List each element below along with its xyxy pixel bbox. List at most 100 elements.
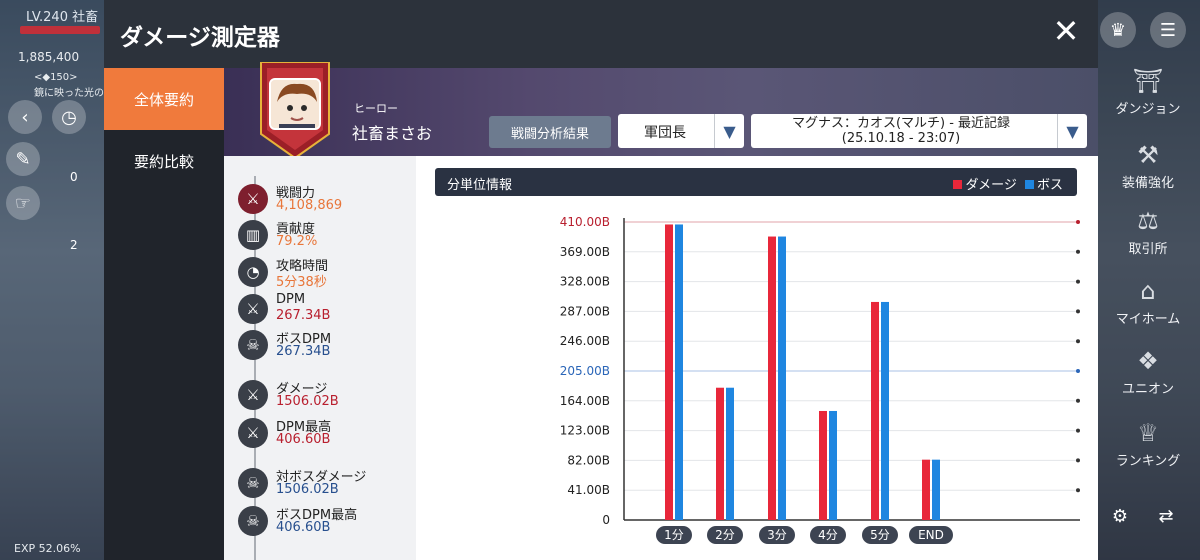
x-tick-label: 3分 [767, 528, 787, 542]
scale-icon: ⚖ [1137, 207, 1159, 235]
chevron-down-icon: ▼ [1057, 114, 1087, 148]
bar-damage [716, 387, 724, 520]
menu-union[interactable]: ❖ ユニオン [1096, 346, 1200, 397]
house-icon: ⌂ [1140, 277, 1156, 305]
side-menu: 全体要約 要約比較 [104, 68, 224, 560]
bar-damage [871, 301, 879, 520]
bar-boss [932, 459, 940, 520]
crossed-swords-icon: ⚔ [238, 184, 268, 214]
modal-header: ダメージ測定器 ✕ [104, 0, 1098, 68]
chevron-down-icon: ▼ [714, 114, 744, 148]
legend-swatch-boss [1024, 180, 1034, 189]
potion-icon[interactable]: ✎ [6, 142, 40, 176]
stat-damage: ⚔ ダメージ 1506.02B [234, 378, 414, 416]
chart-header: 分単位情報 ダメージ ボス [435, 168, 1077, 196]
game-hud-right: ♛ ☰ ⛩ ダンジョン ⚒ 装備強化 ⚖ 取引所 ⌂ マイホーム ❖ ユニオン ♕ ランキン… [1096, 0, 1200, 560]
bar-boss [778, 236, 786, 520]
stat-dpm-max: ⚔ DPM最高 406.60B [234, 416, 414, 454]
modal-title: ダメージ測定器 [120, 25, 280, 51]
location-name: 鏡に映った光の [34, 88, 104, 99]
menu-dungeon[interactable]: ⛩ ダンジョン [1096, 66, 1200, 117]
boss-record-select[interactable]: マグナス：カオス(マルチ) - 最近記録 (25.10.18 - 23:07) ▼ [751, 114, 1087, 148]
close-icon[interactable]: ✕ [1050, 15, 1082, 48]
rank-select[interactable]: 軍団長 ▼ [618, 114, 744, 148]
stats-panel: ⚔ 戦闘力 4,108,869 ▥ 貢献度 79.2% ◔ 攻略時間 5分38秒… [224, 156, 416, 560]
y-tick-label: 369.00B [560, 245, 610, 259]
gridline-end-dot [1076, 488, 1080, 493]
menu-icon[interactable]: ☰ [1150, 12, 1186, 48]
skull-icon: ☠ [238, 330, 268, 360]
sword-up-icon: ⚔ [238, 418, 268, 448]
y-tick-label: 123.00B [560, 424, 610, 438]
slot-count-0: 0 [70, 170, 78, 184]
y-tick-label: 82.00B [567, 453, 610, 467]
x-tick-label: 5分 [870, 528, 890, 542]
hp-bar [20, 26, 100, 34]
gridline-end-dot [1076, 249, 1080, 254]
level-label: LV.240 社畜 [26, 10, 99, 25]
game-hud-left: LV.240 社畜 1,885,400 <◆150> 鏡に映った光の ‹ ◷ ✎… [0, 0, 105, 560]
stat-boss-damage: ☠ 対ボスダメージ 1506.02B [234, 466, 414, 504]
settings-icon[interactable]: ⚙ [1102, 498, 1138, 534]
x-tick-label: 2分 [715, 528, 735, 542]
gridline-end-dot [1076, 428, 1080, 433]
job-label: ヒーロー [354, 102, 398, 115]
x-tick-label: END [918, 528, 944, 542]
menu-exchange[interactable]: ⚖ 取引所 [1096, 206, 1200, 257]
menu-my-home[interactable]: ⌂ マイホーム [1096, 276, 1200, 327]
y-tick-label: 164.00B [560, 394, 610, 408]
chart-legend: ダメージ ボス [953, 174, 1063, 193]
y-tick-label: 287.00B [560, 304, 610, 318]
stat-combat-power: ⚔ 戦闘力 4,108,869 [234, 182, 414, 220]
switch-icon[interactable]: ⇄ [1148, 498, 1184, 534]
sword-icon: ⚔ [238, 294, 268, 324]
y-tick-label: 0 [602, 513, 610, 527]
rank-select-value: 軍団長 [644, 125, 686, 141]
skull-icon: ☠ [238, 468, 268, 498]
legend-damage-label: ダメージ [965, 178, 1017, 193]
profile-bar: ヒーロー 社畜まさお 戦闘分析結果 軍団長 ▼ マグナス：カオス(マルチ) - … [224, 62, 1098, 160]
clock-icon: ◔ [238, 257, 268, 287]
skull-up-icon: ☠ [238, 506, 268, 536]
bar-damage [665, 224, 673, 520]
boss-record-value: マグナス：カオス(マルチ) - 最近記録 (25.10.18 - 23:07) [791, 116, 1011, 146]
gridline-end-dot [1076, 279, 1080, 284]
tab-overall-summary[interactable]: 全体要約 [104, 68, 224, 130]
y-tick-label: 205.00B [560, 364, 610, 378]
bar-boss [881, 301, 889, 520]
stat-dpm: ⚔ DPM 267.34B [234, 292, 414, 330]
gridline-end-dot [1076, 458, 1080, 463]
stat-boss-dpm-max: ☠ ボスDPM最高 406.60B [234, 504, 414, 542]
y-tick-label: 410.00B [560, 215, 610, 229]
chart-title: 分単位情報 [447, 178, 513, 193]
stat-clear-time: ◔ 攻略時間 5分38秒 [234, 255, 414, 293]
hud-power: 1,885,400 [18, 50, 80, 64]
character-name: 社畜まさお [352, 124, 433, 143]
exp-label: EXP 52.06% [14, 542, 81, 555]
gridline-end-dot [1076, 369, 1080, 373]
anvil-icon: ⚒ [1137, 141, 1159, 169]
tab-summary-compare[interactable]: 要約比較 [104, 130, 224, 192]
legend-swatch-damage [953, 180, 963, 189]
timer-icon[interactable]: ◷ [52, 100, 86, 134]
bar-damage [768, 236, 776, 520]
sword-icon: ⚔ [238, 380, 268, 410]
stat-contribution: ▥ 貢献度 79.2% [234, 218, 414, 256]
bar-boss [829, 410, 837, 520]
legend-boss-label: ボス [1036, 178, 1063, 193]
gridline-end-dot [1076, 339, 1080, 344]
menu-equip-enhance[interactable]: ⚒ 装備強化 [1096, 140, 1200, 191]
character-icon[interactable]: ♛ [1100, 12, 1136, 48]
back-arrow-icon[interactable]: ‹ [8, 100, 42, 134]
gridline-end-dot [1076, 398, 1080, 403]
battle-analysis-button[interactable]: 戦闘分析結果 [489, 116, 611, 148]
per-minute-bar-chart: 0 41.00B 82.00B 123.00B 164.00B 205.00B 246.00… [560, 215, 1080, 544]
union-icon: ❖ [1137, 347, 1159, 375]
y-tick-label: 328.00B [560, 275, 610, 289]
gridline-end-dot [1076, 309, 1080, 314]
bar-damage [922, 459, 930, 520]
hand-icon[interactable]: ☞ [6, 186, 40, 220]
menu-ranking[interactable]: ♕ ランキング [1096, 418, 1200, 469]
stat-boss-dpm: ☠ ボスDPM 267.34B [234, 328, 414, 366]
x-tick-label: 4分 [818, 528, 838, 542]
